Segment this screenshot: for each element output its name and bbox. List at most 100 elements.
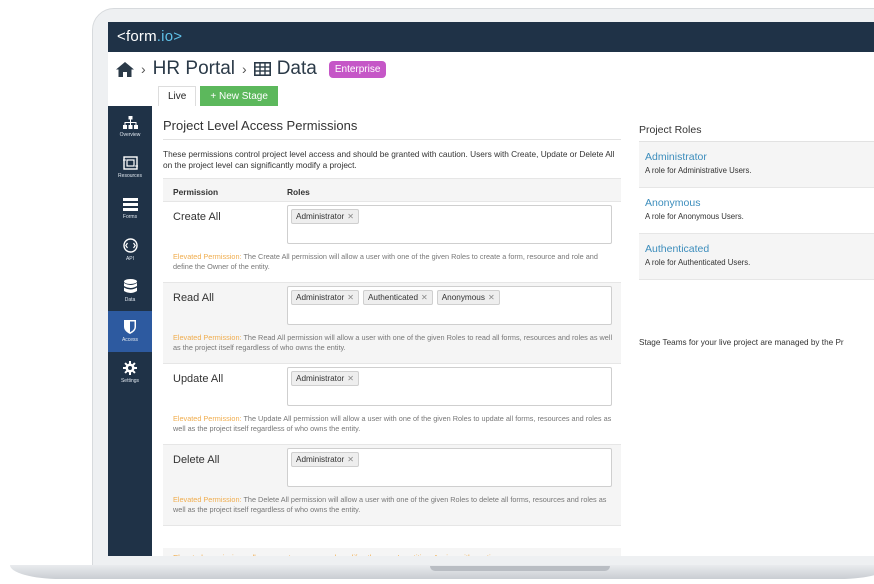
elevated-permission-note: Elevated Permission: The Update All perm…: [173, 414, 618, 434]
roles-select-delete-all[interactable]: Administrator ✕: [287, 448, 612, 487]
role-tag: Administrator ✕: [291, 209, 359, 224]
sidebar-item-label: API: [125, 255, 135, 262]
warning-label: Elevated Permission:: [173, 414, 242, 423]
role-name-link[interactable]: Anonymous: [645, 197, 872, 209]
table-header: Permission Roles: [163, 178, 621, 202]
permission-name: Update All: [173, 373, 224, 385]
remove-tag-icon[interactable]: ✕: [347, 455, 354, 464]
elevated-permission-note: Elevated Permission: The Create All perm…: [173, 252, 618, 272]
logo-tail: io>: [161, 28, 183, 45]
warning-label: Elevated Permission:: [173, 333, 242, 342]
role-tag-label: Administrator: [296, 212, 345, 221]
stage-teams-note: Stage Teams for your live project are ma…: [639, 338, 844, 347]
laptop-notch: [430, 566, 610, 571]
sidebar-item-overview[interactable]: Overview: [108, 106, 152, 147]
home-icon[interactable]: [116, 61, 134, 77]
sidebar-item-api[interactable]: API: [108, 229, 152, 270]
permission-row-update-all: Update All Administrator ✕ Elevated Permi…: [163, 364, 621, 445]
role-description: A role for Anonymous Users.: [645, 212, 744, 221]
role-tag: Administrator ✕: [291, 371, 359, 386]
new-stage-button[interactable]: + New Stage: [200, 86, 278, 106]
tab-live[interactable]: Live: [158, 86, 197, 106]
role-tag-label: Authenticated: [367, 293, 419, 302]
formio-logo[interactable]: <form.io>: [117, 28, 182, 45]
sidebar-item-data[interactable]: Data: [108, 270, 152, 311]
logo-brand: form: [125, 28, 157, 45]
breadcrumb-separator: ›: [242, 61, 247, 77]
shield-icon: [124, 320, 136, 334]
permission-row-create-all: Create All Administrator ✕ Elevated Permi…: [163, 202, 621, 283]
role-item-anonymous[interactable]: Anonymous A role for Anonymous Users.: [639, 188, 874, 234]
sidebar-item-label: Overview: [119, 131, 141, 138]
permissions-description: These permissions control project level …: [163, 149, 615, 170]
permissions-table: Permission Roles Create All Administrato…: [163, 178, 621, 526]
page-title: Project Level Access Permissions: [163, 118, 358, 133]
laptop-frame: <form.io> › HR Portal › Data Enterprise …: [0, 0, 874, 584]
permission-name: Read All: [173, 292, 214, 304]
role-tag-label: Administrator: [296, 374, 345, 383]
role-tag: Anonymous ✕: [436, 290, 500, 305]
enterprise-badge: Enterprise: [328, 60, 387, 78]
roles-select-update-all[interactable]: Administrator ✕: [287, 367, 612, 406]
database-icon: [123, 278, 137, 294]
forms-icon: [122, 197, 138, 211]
access-permissions-panel: Project Level Access Permissions These p…: [158, 106, 622, 556]
sitemap-icon: [122, 115, 138, 129]
top-navbar: <form.io>: [108, 22, 874, 52]
remove-tag-icon[interactable]: ✕: [421, 293, 428, 302]
role-name-link[interactable]: Authenticated: [645, 243, 872, 255]
logo-bracket: <: [117, 28, 126, 45]
breadcrumb-section[interactable]: Data: [277, 58, 317, 80]
permission-name: Delete All: [173, 454, 220, 466]
role-tag: Authenticated ✕: [362, 290, 433, 305]
role-item-administrator[interactable]: Administrator A role for Administrative …: [639, 142, 874, 188]
sidebar-item-label: Forms: [122, 213, 138, 220]
warning-label: Elevated Permission:: [173, 495, 242, 504]
role-description: A role for Administrative Users.: [645, 166, 752, 175]
role-tag-label: Anonymous: [441, 293, 485, 302]
roles-list: Administrator A role for Administrative …: [639, 142, 874, 280]
permission-row-read-all: Read All Administrator ✕ Authenticated ✕ A…: [163, 283, 621, 364]
role-item-authenticated[interactable]: Authenticated A role for Authenticated U…: [639, 234, 874, 280]
elevated-permissions-footer: Elevated permissions allow users to acce…: [163, 548, 621, 556]
app-screen: <form.io> › HR Portal › Data Enterprise …: [108, 22, 874, 556]
stage-tabs: Live + New Stage: [158, 86, 278, 106]
gear-icon: [123, 361, 137, 375]
remove-tag-icon[interactable]: ✕: [347, 374, 354, 383]
role-description: A role for Authenticated Users.: [645, 258, 751, 267]
elevated-permission-note: Elevated Permission: The Delete All perm…: [173, 495, 618, 515]
role-tag: Administrator ✕: [291, 452, 359, 467]
sidebar-item-label: Access: [121, 337, 139, 343]
table-icon: [253, 62, 271, 76]
column-header-roles: Roles: [287, 187, 310, 197]
remove-tag-icon[interactable]: ✕: [347, 293, 354, 302]
breadcrumb: › HR Portal › Data Enterprise: [116, 54, 387, 84]
project-roles-title: Project Roles: [639, 124, 702, 136]
column-header-permission: Permission: [173, 187, 219, 197]
resources-icon: [122, 156, 138, 170]
breadcrumb-separator: ›: [141, 61, 146, 77]
sidebar-item-resources[interactable]: Resources: [108, 147, 152, 188]
title-divider: [163, 139, 621, 140]
role-tag-label: Administrator: [296, 293, 345, 302]
sidebar-item-forms[interactable]: Forms: [108, 188, 152, 229]
sidebar-item-settings[interactable]: Settings: [108, 352, 152, 393]
sidebar-item-label: Resources: [118, 173, 142, 179]
sidebar-item-label: Data: [124, 296, 136, 303]
sidebar-item-access[interactable]: Access: [108, 311, 152, 352]
breadcrumb-project[interactable]: HR Portal: [153, 58, 235, 80]
api-icon: [122, 237, 138, 253]
permission-row-delete-all: Delete All Administrator ✕ Elevated Permi…: [163, 445, 621, 526]
role-tag-label: Administrator: [296, 455, 345, 464]
warning-label: Elevated Permission:: [173, 252, 242, 261]
roles-select-create-all[interactable]: Administrator ✕: [287, 205, 612, 244]
sidebar: Overview Resources Forms API Data Access: [108, 106, 152, 556]
permission-name: Create All: [173, 211, 221, 223]
role-tag: Administrator ✕: [291, 290, 359, 305]
sidebar-item-label: Settings: [120, 378, 140, 384]
remove-tag-icon[interactable]: ✕: [347, 212, 354, 221]
roles-select-read-all[interactable]: Administrator ✕ Authenticated ✕ Anonymous ✕: [287, 286, 612, 325]
role-name-link[interactable]: Administrator: [645, 151, 872, 163]
elevated-permission-note: Elevated Permission: The Read All permis…: [173, 333, 618, 353]
remove-tag-icon[interactable]: ✕: [488, 293, 495, 302]
